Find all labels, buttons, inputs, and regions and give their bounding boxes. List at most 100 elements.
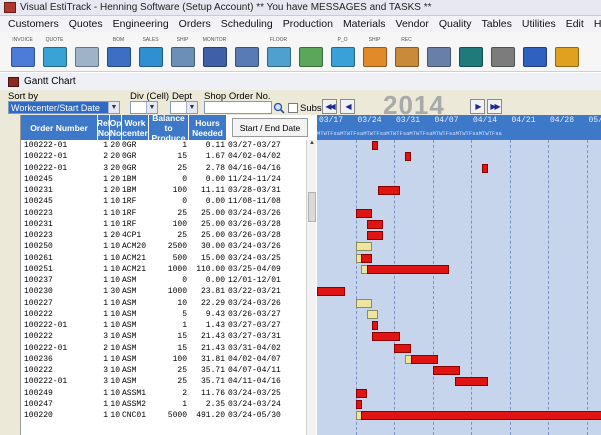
- gantt-bar[interactable]: [410, 354, 438, 364]
- menu-scheduling[interactable]: Scheduling: [216, 18, 278, 30]
- sort-by-select[interactable]: Workcenter/Start Date ▼: [8, 101, 120, 114]
- gantt-bar[interactable]: [454, 377, 488, 387]
- table-button[interactable]: [456, 37, 485, 67]
- gantt-bar[interactable]: [355, 399, 362, 409]
- menu-engineering[interactable]: Engineering: [108, 18, 174, 30]
- menu-orders[interactable]: Orders: [174, 18, 216, 30]
- prev-button[interactable]: ◀: [340, 99, 355, 114]
- scroll-up-icon[interactable]: ▲: [307, 140, 317, 150]
- gantt-bar[interactable]: [372, 332, 400, 342]
- gantt-bar[interactable]: [405, 152, 411, 162]
- table-row[interactable]: 100231 1 10 1RF 100 25.00 03/26-03/28: [21, 219, 318, 230]
- menu-vendor[interactable]: Vendor: [391, 18, 434, 30]
- table-row[interactable]: 100261 1 10 ACM21 500 15.00 03/24-03/25: [21, 253, 318, 264]
- help-button[interactable]: [520, 37, 549, 67]
- gantt-bar[interactable]: [366, 219, 383, 229]
- table-row[interactable]: 100222-01 3 10 ASM 25 35.71 04/11-04/16: [21, 376, 318, 387]
- start-end-date-button[interactable]: Start / End Date: [232, 118, 308, 137]
- table-row[interactable]: 100223 1 20 4CP1 25 25.00 03/26-03/28: [21, 230, 318, 241]
- gantt-bar[interactable]: [355, 208, 372, 218]
- purchase-order-button[interactable]: P_O: [328, 37, 357, 67]
- col-header-balance[interactable]: Balance to Produce: [149, 113, 189, 143]
- col-header-hours[interactable]: Hours Needed: [189, 115, 227, 140]
- table-row[interactable]: 100236 1 10 ASM 100 31.81 04/02-04/07: [21, 354, 318, 365]
- gantt-bar[interactable]: [394, 343, 411, 353]
- gantt-bar[interactable]: [361, 411, 601, 420]
- exit-button[interactable]: [552, 37, 581, 67]
- col-header-order-number[interactable]: Order Number: [21, 115, 98, 140]
- sales-button[interactable]: SALES: [136, 37, 165, 67]
- invoice-button[interactable]: INVOICE: [8, 37, 37, 67]
- table-row[interactable]: 100222 3 10 ASM 15 21.43 03/27-03/31: [21, 331, 318, 342]
- next-fast-button[interactable]: ▶▶: [487, 99, 502, 114]
- menu-edit[interactable]: Edit: [561, 18, 589, 30]
- bom-button[interactable]: BOM: [104, 37, 133, 67]
- table-row[interactable]: 100222-01 2 10 ASM 15 21.43 03/31-04/02: [21, 343, 318, 354]
- table-row[interactable]: 100249 1 10 ASSM1 2 11.76 03/24-03/25: [21, 388, 318, 399]
- cell-order-number: 100261: [24, 253, 53, 263]
- gantt-bar[interactable]: [366, 264, 449, 274]
- table-row[interactable]: 100250 1 10 ACM20 2500 30.00 03/24-03/26: [21, 241, 318, 252]
- chevron-down-icon[interactable]: ▼: [146, 102, 157, 113]
- table-row[interactable]: 100222 1 10 ASM 5 9.43 03/26-03/27: [21, 309, 318, 320]
- table-row[interactable]: 100222-01 1 10 ASM 1 1.43 03/27-03/27: [21, 320, 318, 331]
- tools-button[interactable]: [488, 37, 517, 67]
- table-row[interactable]: 100220 1 10 CNC01 5000 491.20 03/24-05/30: [21, 410, 318, 421]
- report-button[interactable]: [232, 37, 261, 67]
- gantt-bar[interactable]: [432, 366, 460, 375]
- menu-quality[interactable]: Quality: [434, 18, 477, 30]
- menu-quotes[interactable]: Quotes: [64, 18, 108, 30]
- gantt-bar-completed[interactable]: [366, 309, 378, 319]
- table-row[interactable]: 100245 1 10 1RF 0 0.00 11/08-11/08: [21, 196, 318, 207]
- table-row[interactable]: 100230 1 30 ASM 1000 23.81 03/22-03/21: [21, 286, 318, 297]
- gantt-bar[interactable]: [482, 163, 488, 173]
- gantt-bar[interactable]: [361, 253, 372, 263]
- gantt-bar[interactable]: [377, 186, 400, 195]
- menu-production[interactable]: Production: [278, 18, 338, 30]
- floor-button[interactable]: FLOOR: [264, 37, 293, 67]
- chevron-down-icon[interactable]: ▼: [186, 102, 197, 113]
- menu-materials[interactable]: Materials: [338, 18, 391, 30]
- scroll-thumb[interactable]: [308, 192, 316, 222]
- calendar-button[interactable]: [424, 37, 453, 67]
- col-header-work-center[interactable]: Work center: [122, 115, 149, 140]
- prev-fast-button[interactable]: ◀◀: [322, 99, 337, 114]
- document-button[interactable]: [72, 37, 101, 67]
- gantt-bar-completed[interactable]: [355, 298, 372, 308]
- receiving-button[interactable]: REC: [392, 37, 421, 67]
- table-row[interactable]: 100251 1 10 ACM21 1000 110.00 03/25-04/09: [21, 264, 318, 275]
- table-row[interactable]: 100222-01 2 20 0GR 15 1.67 04/02-04/02: [21, 151, 318, 162]
- table-row[interactable]: 100245 1 20 1BM 0 0.00 11/24-11/24: [21, 174, 318, 185]
- find-button[interactable]: [272, 101, 286, 114]
- chevron-down-icon[interactable]: ▼: [108, 102, 119, 113]
- table-row[interactable]: 100247 1 10 ASSM2 1 2.35 03/24-03/24: [21, 399, 318, 410]
- table-row[interactable]: 100231 1 20 1BM 100 11.11 03/28-03/31: [21, 185, 318, 196]
- subs-checkbox[interactable]: [288, 103, 298, 113]
- table-row[interactable]: 100222-01 1 20 0GR 1 0.11 03/27-03/27: [21, 140, 318, 151]
- table-row[interactable]: 100222 3 10 ASM 25 35.71 04/07-04/11: [21, 365, 318, 376]
- chart-button[interactable]: [296, 37, 325, 67]
- gantt-bar[interactable]: [317, 287, 345, 297]
- menu-utilities[interactable]: Utilities: [517, 18, 561, 30]
- grid-scrollbar[interactable]: ▲: [306, 140, 316, 435]
- gantt-bar[interactable]: [366, 231, 383, 240]
- menu-customers[interactable]: Customers: [3, 18, 64, 30]
- col-header-op-no[interactable]: Op No: [110, 115, 122, 140]
- monitor-button[interactable]: MONITOR: [200, 37, 229, 67]
- shipping-button[interactable]: SHIP: [360, 37, 389, 67]
- gantt-bar[interactable]: [372, 321, 378, 330]
- table-row[interactable]: 100222-01 3 20 0GR 25 2.78 04/16-04/16: [21, 163, 318, 174]
- table-row[interactable]: 100223 1 10 1RF 25 25.00 03/24-03/26: [21, 208, 318, 219]
- next-button[interactable]: ▶: [470, 99, 485, 114]
- table-row[interactable]: 100227 1 10 ASM 10 22.29 03/24-03/26: [21, 298, 318, 309]
- ship-button[interactable]: SHIP: [168, 37, 197, 67]
- menu-help[interactable]: Help: [589, 18, 601, 30]
- col-header-rel-no[interactable]: Rel No: [97, 115, 110, 140]
- shop-order-input[interactable]: [204, 101, 272, 114]
- quote-button[interactable]: QUOTE: [40, 37, 69, 67]
- table-row[interactable]: 100237 1 10 ASM 0 0.00 12/01-12/01: [21, 275, 318, 286]
- gantt-bar-completed[interactable]: [355, 242, 372, 252]
- menu-tables[interactable]: Tables: [477, 18, 517, 30]
- gantt-bar[interactable]: [372, 141, 378, 150]
- gantt-bar[interactable]: [355, 388, 367, 398]
